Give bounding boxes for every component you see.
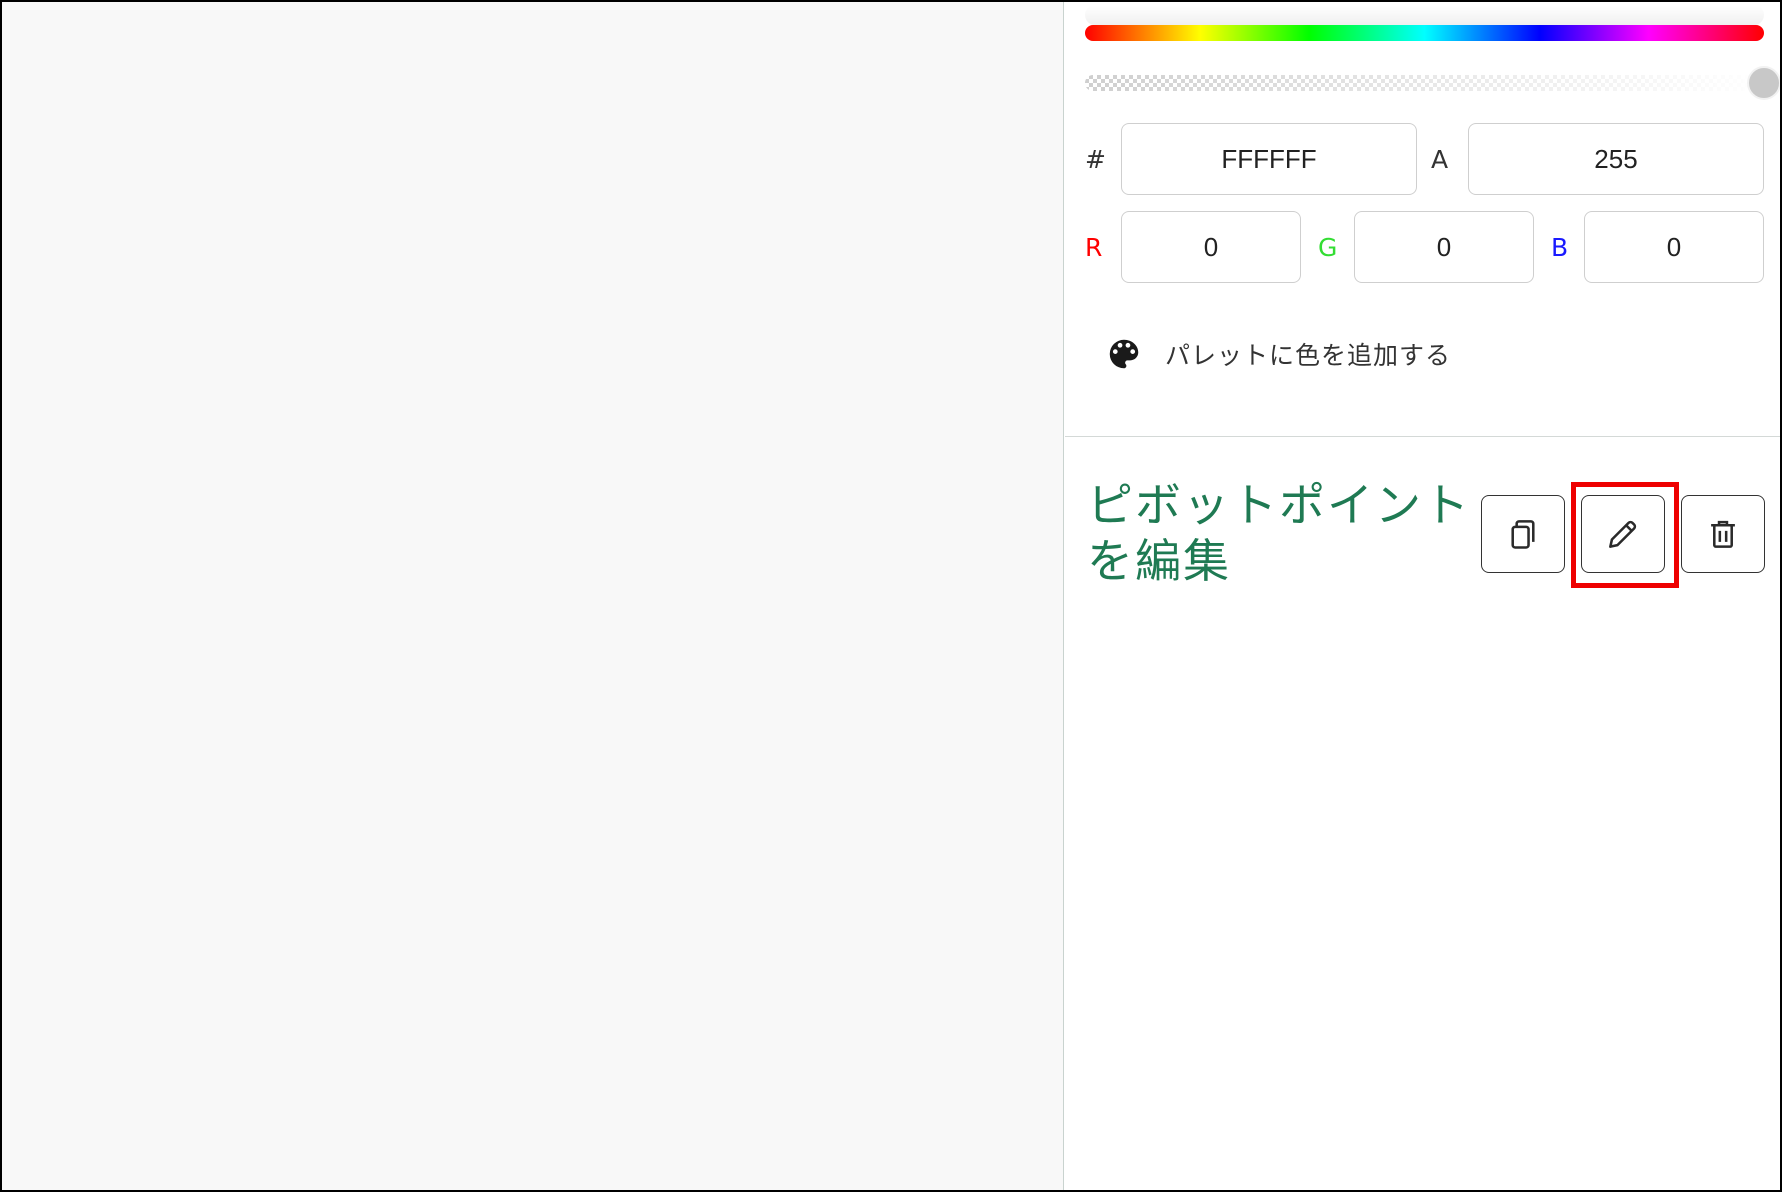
hue-slider-shadow xyxy=(1085,5,1764,25)
alpha-label: A xyxy=(1431,145,1449,174)
alpha-input[interactable] xyxy=(1468,123,1764,195)
color-panel: # A R G B パレットに色を追加する ピボットポイントを編集 xyxy=(1065,2,1780,1190)
delete-button[interactable] xyxy=(1681,495,1765,573)
green-input[interactable] xyxy=(1354,211,1534,283)
copy-button[interactable] xyxy=(1481,495,1565,573)
copy-icon xyxy=(1511,520,1535,549)
blue-input[interactable] xyxy=(1584,211,1764,283)
section-title: ピボットポイントを編集 xyxy=(1087,478,1471,588)
trash-icon xyxy=(1711,520,1735,548)
section-divider xyxy=(1065,436,1780,437)
red-input[interactable] xyxy=(1121,211,1301,283)
add-to-palette-label: パレットに色を追加する xyxy=(1165,341,1452,370)
red-label: R xyxy=(1085,233,1103,262)
alpha-slider[interactable] xyxy=(1085,75,1764,91)
edit-button-highlight xyxy=(1571,482,1679,588)
palette-icon xyxy=(1109,339,1139,369)
green-label: G xyxy=(1318,233,1338,262)
hex-input[interactable] xyxy=(1121,123,1417,195)
alpha-slider-gradient xyxy=(1085,75,1764,91)
hue-slider[interactable] xyxy=(1085,25,1764,41)
canvas-area[interactable] xyxy=(2,2,1064,1190)
alpha-slider-handle[interactable] xyxy=(1747,66,1780,100)
blue-label: B xyxy=(1551,233,1569,262)
hex-label: # xyxy=(1085,145,1106,174)
add-to-palette-button[interactable]: パレットに色を追加する xyxy=(1105,332,1451,376)
app-frame: # A R G B パレットに色を追加する ピボットポイントを編集 xyxy=(0,0,1782,1192)
